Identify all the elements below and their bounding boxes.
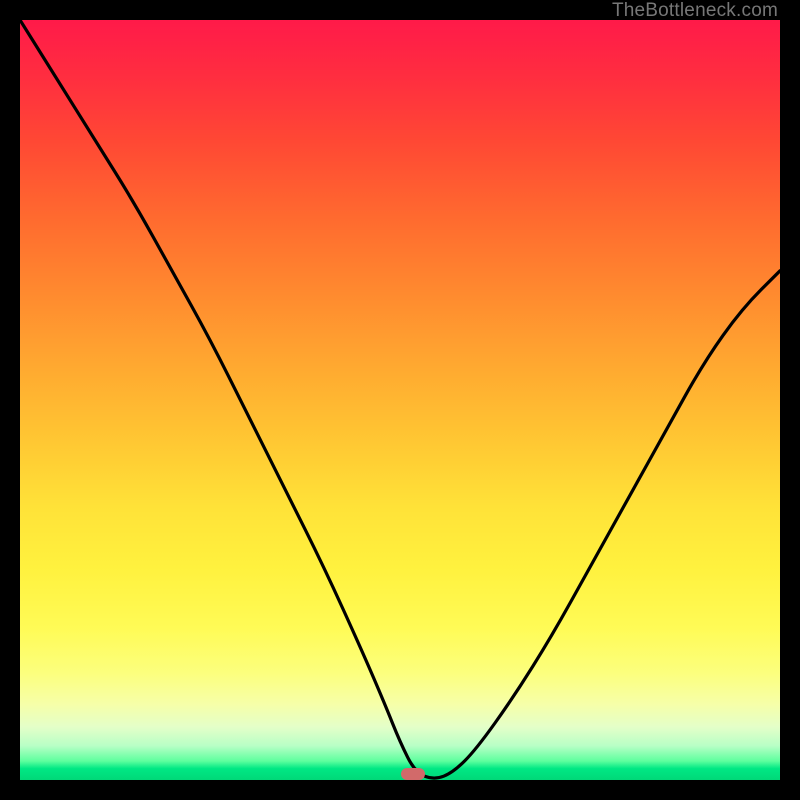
chart-frame: TheBottleneck.com <box>0 0 800 800</box>
plot-area <box>20 20 780 780</box>
bottleneck-curve <box>20 20 780 780</box>
watermark-label: TheBottleneck.com <box>612 0 778 22</box>
curve-path <box>20 20 780 778</box>
optimum-marker <box>401 768 425 780</box>
